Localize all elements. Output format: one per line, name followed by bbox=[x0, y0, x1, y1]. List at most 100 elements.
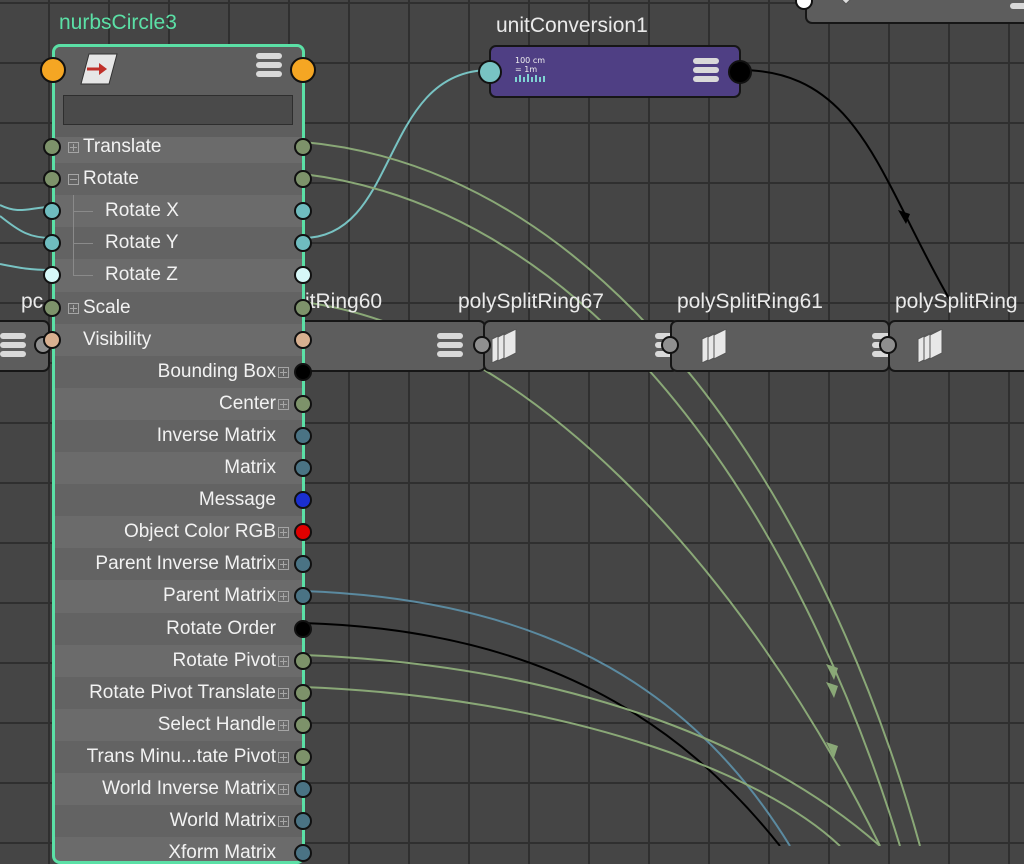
expand-icon[interactable] bbox=[278, 655, 289, 667]
attribute-out-port[interactable] bbox=[294, 266, 312, 285]
attribute-out-port[interactable] bbox=[294, 362, 312, 381]
node-polysplitring-next-title: polySplitRing bbox=[895, 290, 1018, 313]
node-menu-icon[interactable] bbox=[693, 58, 719, 82]
expand-icon[interactable] bbox=[68, 142, 79, 153]
attribute-out-port[interactable] bbox=[294, 170, 312, 189]
attribute-row[interactable]: Rotate bbox=[55, 163, 302, 196]
node-menu-icon[interactable] bbox=[0, 333, 26, 357]
attribute-in-port[interactable] bbox=[43, 330, 61, 349]
attribute-label: Bounding Box bbox=[157, 360, 276, 382]
polysplitring-next-in-port[interactable] bbox=[879, 336, 897, 354]
unitconversion-in-port[interactable] bbox=[478, 60, 502, 84]
attribute-out-port[interactable] bbox=[294, 651, 312, 670]
node-out-port[interactable] bbox=[290, 57, 316, 83]
node-menu-icon[interactable] bbox=[256, 53, 282, 77]
ruler-icon bbox=[515, 74, 545, 82]
node-nurbscircle3[interactable]: Translate Rotate Rotate X Rotate Y Rotate Z S… bbox=[52, 44, 305, 864]
attribute-out-port[interactable] bbox=[294, 812, 312, 831]
wire-rotatepivot-out bbox=[302, 654, 881, 846]
attribute-in-port[interactable] bbox=[43, 138, 61, 156]
wire-rotatepivottranslate-out bbox=[302, 686, 841, 846]
attribute-out-port[interactable] bbox=[294, 394, 312, 413]
attribute-row[interactable]: Rotate X bbox=[55, 195, 302, 228]
attribute-label: Object Color RGB bbox=[123, 521, 276, 543]
attribute-row[interactable]: Xform Matrix bbox=[55, 837, 302, 861]
attribute-row[interactable]: Inverse Matrix bbox=[55, 419, 302, 452]
node-polysplitring-next[interactable] bbox=[888, 320, 1024, 372]
expand-icon[interactable] bbox=[278, 398, 289, 410]
attribute-row[interactable]: World Inverse Matrix bbox=[55, 773, 302, 805]
attribute-row[interactable]: Trans Minu...tate Pivot bbox=[55, 740, 302, 773]
attribute-out-port[interactable] bbox=[294, 587, 312, 606]
attribute-label: Inverse Matrix bbox=[156, 424, 276, 446]
attribute-label: Rotate Order bbox=[166, 617, 276, 639]
attribute-row[interactable]: Bounding Box bbox=[55, 355, 302, 388]
attribute-out-port[interactable] bbox=[294, 780, 312, 798]
attribute-label: World Inverse Matrix bbox=[102, 778, 276, 799]
attribute-row[interactable]: World Matrix bbox=[55, 805, 302, 838]
attribute-row[interactable]: Object Color RGB bbox=[55, 516, 302, 548]
attribute-out-port[interactable] bbox=[294, 491, 312, 510]
attribute-row[interactable]: Center bbox=[55, 388, 302, 420]
wire-parentmatrix-out bbox=[302, 590, 791, 846]
attribute-label: Trans Minu...tate Pivot bbox=[86, 745, 276, 767]
attribute-in-port[interactable] bbox=[43, 298, 61, 317]
expand-icon[interactable] bbox=[278, 559, 289, 571]
attribute-row[interactable]: Matrix bbox=[55, 452, 302, 484]
attribute-out-port[interactable] bbox=[294, 683, 312, 702]
node-header bbox=[55, 47, 302, 137]
expand-icon[interactable] bbox=[278, 719, 289, 731]
tree-connector bbox=[73, 227, 74, 260]
unitconversion-out-port[interactable] bbox=[728, 60, 752, 84]
attribute-row[interactable]: Rotate Pivot bbox=[55, 645, 302, 677]
attribute-out-port[interactable] bbox=[294, 555, 312, 574]
expand-icon[interactable] bbox=[278, 527, 289, 539]
expand-icon[interactable] bbox=[278, 751, 289, 763]
attribute-out-port[interactable] bbox=[294, 523, 312, 542]
expand-icon[interactable] bbox=[278, 591, 289, 603]
attribute-label: World Matrix bbox=[169, 810, 276, 832]
attribute-row[interactable]: Parent Inverse Matrix bbox=[55, 548, 302, 581]
attribute-row[interactable]: Rotate Y bbox=[55, 227, 302, 260]
attribute-label: Parent Inverse Matrix bbox=[95, 553, 276, 575]
unit-badge-top: 100 cm bbox=[515, 56, 546, 65]
attribute-row[interactable]: Visibility bbox=[55, 324, 302, 356]
node-menu-icon[interactable] bbox=[437, 333, 463, 357]
expand-icon[interactable] bbox=[278, 816, 289, 828]
attribute-out-port[interactable] bbox=[294, 138, 312, 156]
attribute-out-port[interactable] bbox=[294, 459, 312, 477]
expand-icon[interactable] bbox=[278, 366, 289, 378]
expand-icon[interactable] bbox=[278, 687, 289, 699]
attribute-label: Matrix bbox=[224, 457, 276, 478]
expand-icon[interactable] bbox=[68, 302, 79, 314]
attribute-out-port[interactable] bbox=[294, 715, 312, 734]
attribute-row[interactable]: Rotate Order bbox=[55, 612, 302, 645]
attribute-out-port[interactable] bbox=[294, 298, 312, 317]
attribute-row[interactable]: Rotate Pivot Translate bbox=[55, 676, 302, 709]
node-in-port[interactable] bbox=[40, 57, 66, 83]
attribute-out-port[interactable] bbox=[294, 844, 312, 863]
node-polysplitring67-title: polySplitRing67 bbox=[458, 290, 604, 313]
attribute-row[interactable]: Select Handle bbox=[55, 709, 302, 741]
attribute-out-port[interactable] bbox=[294, 234, 312, 253]
expand-icon[interactable] bbox=[278, 784, 289, 795]
attribute-row[interactable]: Rotate Z bbox=[55, 259, 302, 291]
polysplitring61-in-port[interactable] bbox=[661, 336, 679, 354]
partial-node-menu-icon bbox=[1010, 0, 1024, 18]
attribute-out-port[interactable] bbox=[294, 426, 312, 445]
attribute-filter-field[interactable] bbox=[63, 95, 293, 125]
attribute-in-port[interactable] bbox=[43, 170, 61, 189]
attribute-row[interactable]: Message bbox=[55, 484, 302, 517]
attribute-out-port[interactable] bbox=[294, 619, 312, 638]
attribute-row[interactable]: Scale bbox=[55, 291, 302, 324]
attribute-out-port[interactable] bbox=[294, 330, 312, 349]
attribute-out-port[interactable] bbox=[294, 202, 312, 221]
wire-translate-out bbox=[302, 141, 921, 846]
collapse-icon[interactable] bbox=[68, 174, 79, 186]
attribute-out-port[interactable] bbox=[294, 747, 312, 766]
attribute-label: Parent Matrix bbox=[163, 585, 276, 607]
attribute-label: Rotate Z bbox=[105, 264, 178, 286]
attribute-row[interactable]: Parent Matrix bbox=[55, 580, 302, 612]
attribute-row[interactable]: Translate bbox=[55, 131, 302, 163]
node-nurbscircle3-title: nurbsCircle3 bbox=[59, 11, 177, 34]
